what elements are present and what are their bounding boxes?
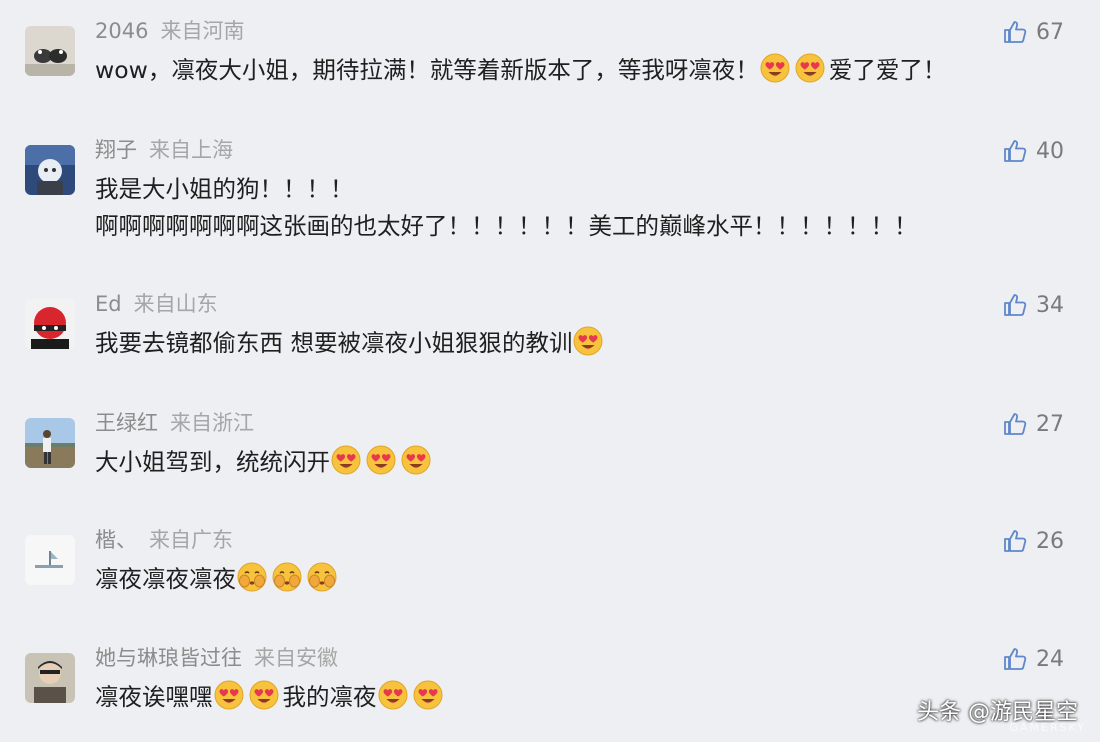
like-count: 67 [1036,19,1064,45]
comment-list: 2046 来自河南 wow，凛夜大小姐，期待拉满！就等着新版本了，等我呀凛夜！ 爱了… [0,0,1100,742]
comment-text-line: wow，凛夜大小姐，期待拉满！就等着新版本了，等我呀凛夜！ 爱了爱了！ [95,52,946,89]
comment-text: 我要去镜都偷东西 想要被凛夜小姐狠狠的教训 [95,329,573,357]
heart-eyes-emoji [794,52,826,84]
like-count: 40 [1036,138,1064,164]
username[interactable]: Ed [95,292,122,316]
heart-eyes-emoji [330,444,362,476]
avatar[interactable] [25,299,75,349]
username[interactable]: 楷、 [95,528,137,552]
thumbs-up-icon [1002,19,1028,45]
thumbs-up-icon [1002,646,1028,672]
avatar[interactable] [25,535,75,585]
location-label: 来自河南 [160,19,245,43]
heart-eyes-emoji [365,444,397,476]
comment-body: wow，凛夜大小姐，期待拉满！就等着新版本了，等我呀凛夜！ 爱了爱了！ [95,52,946,89]
heart-eyes-emoji [400,444,432,476]
location-label: 来自广东 [149,528,233,552]
username[interactable]: 翔子 [95,138,137,162]
comment-text-line: 我是大小姐的狗！！！！ [95,171,918,208]
like-button[interactable]: 26 [1002,524,1064,558]
like-count: 26 [1036,528,1064,554]
comment-text-line: 凛夜诶嘿嘿 我的凛夜 [95,679,447,716]
comment-text: 爱了爱了！ [828,56,947,84]
shy-hands-emoji [271,561,303,593]
like-button[interactable]: 27 [1002,407,1064,441]
thumbs-up-icon [1002,411,1028,437]
comment-body: 我要去镜都偷东西 想要被凛夜小姐狠狠的教训 [95,325,607,362]
comment-text-line: 大小姐驾到，统统闪开 [95,444,435,481]
like-count: 24 [1036,646,1064,672]
comment-text-line: 凛夜凛夜凛夜 [95,561,341,598]
like-count: 27 [1036,411,1064,437]
comment-text: 凛夜诶嘿嘿 [95,683,213,711]
username[interactable]: 王绿红 [95,411,158,435]
comment-text-line: 啊啊啊啊啊啊啊这张画的也太好了！！！！！！美工的巅峰水平！！！！！！！ [95,208,918,245]
heart-eyes-emoji [759,52,791,84]
shy-hands-emoji [236,561,268,593]
location-label: 来自浙江 [170,411,254,435]
comment-body: 大小姐驾到，统统闪开 [95,444,435,481]
username[interactable]: 她与琳琅皆过往 [95,646,242,670]
avatar[interactable] [25,653,75,703]
like-button[interactable]: 67 [1002,15,1064,49]
like-button[interactable]: 24 [1002,642,1064,676]
thumbs-up-icon [1002,292,1028,318]
comment-body: 我是大小姐的狗！！！！ 啊啊啊啊啊啊啊这张画的也太好了！！！！！！美工的巅峰水平！… [95,171,918,245]
comment-text-line: 我要去镜都偷东西 想要被凛夜小姐狠狠的教训 [95,325,607,362]
location-label: 来自上海 [149,138,233,162]
heart-eyes-emoji [412,679,444,711]
comment-text: 我的凛夜 [282,683,377,711]
heart-eyes-emoji [377,679,409,711]
comment-body: 凛夜凛夜凛夜 [95,561,341,598]
thumbs-up-icon [1002,138,1028,164]
avatar[interactable] [25,26,75,76]
comment-text: 我是大小姐的狗！！！！ [95,175,354,203]
username[interactable]: 2046 [95,19,148,43]
heart-eyes-emoji [572,325,604,357]
like-button[interactable]: 34 [1002,288,1064,322]
like-count: 34 [1036,292,1064,318]
like-button[interactable]: 40 [1002,134,1064,168]
thumbs-up-icon [1002,528,1028,554]
avatar[interactable] [25,418,75,468]
avatar[interactable] [25,145,75,195]
shy-hands-emoji [306,561,338,593]
heart-eyes-emoji [248,679,280,711]
comment-text: 凛夜凛夜凛夜 [95,565,236,593]
comment-text: 大小姐驾到，统统闪开 [95,448,330,476]
heart-eyes-emoji [213,679,245,711]
comment-body: 凛夜诶嘿嘿 我的凛夜 [95,679,447,716]
location-label: 来自安徽 [254,646,338,670]
comment-text: 啊啊啊啊啊啊啊这张画的也太好了！！！！！！美工的巅峰水平！！！！！！！ [95,212,918,240]
location-label: 来自山东 [133,292,218,316]
comment-text: wow，凛夜大小姐，期待拉满！就等着新版本了，等我呀凛夜！ [95,56,759,84]
watermark-sub: GAMERSKY [1009,721,1086,734]
